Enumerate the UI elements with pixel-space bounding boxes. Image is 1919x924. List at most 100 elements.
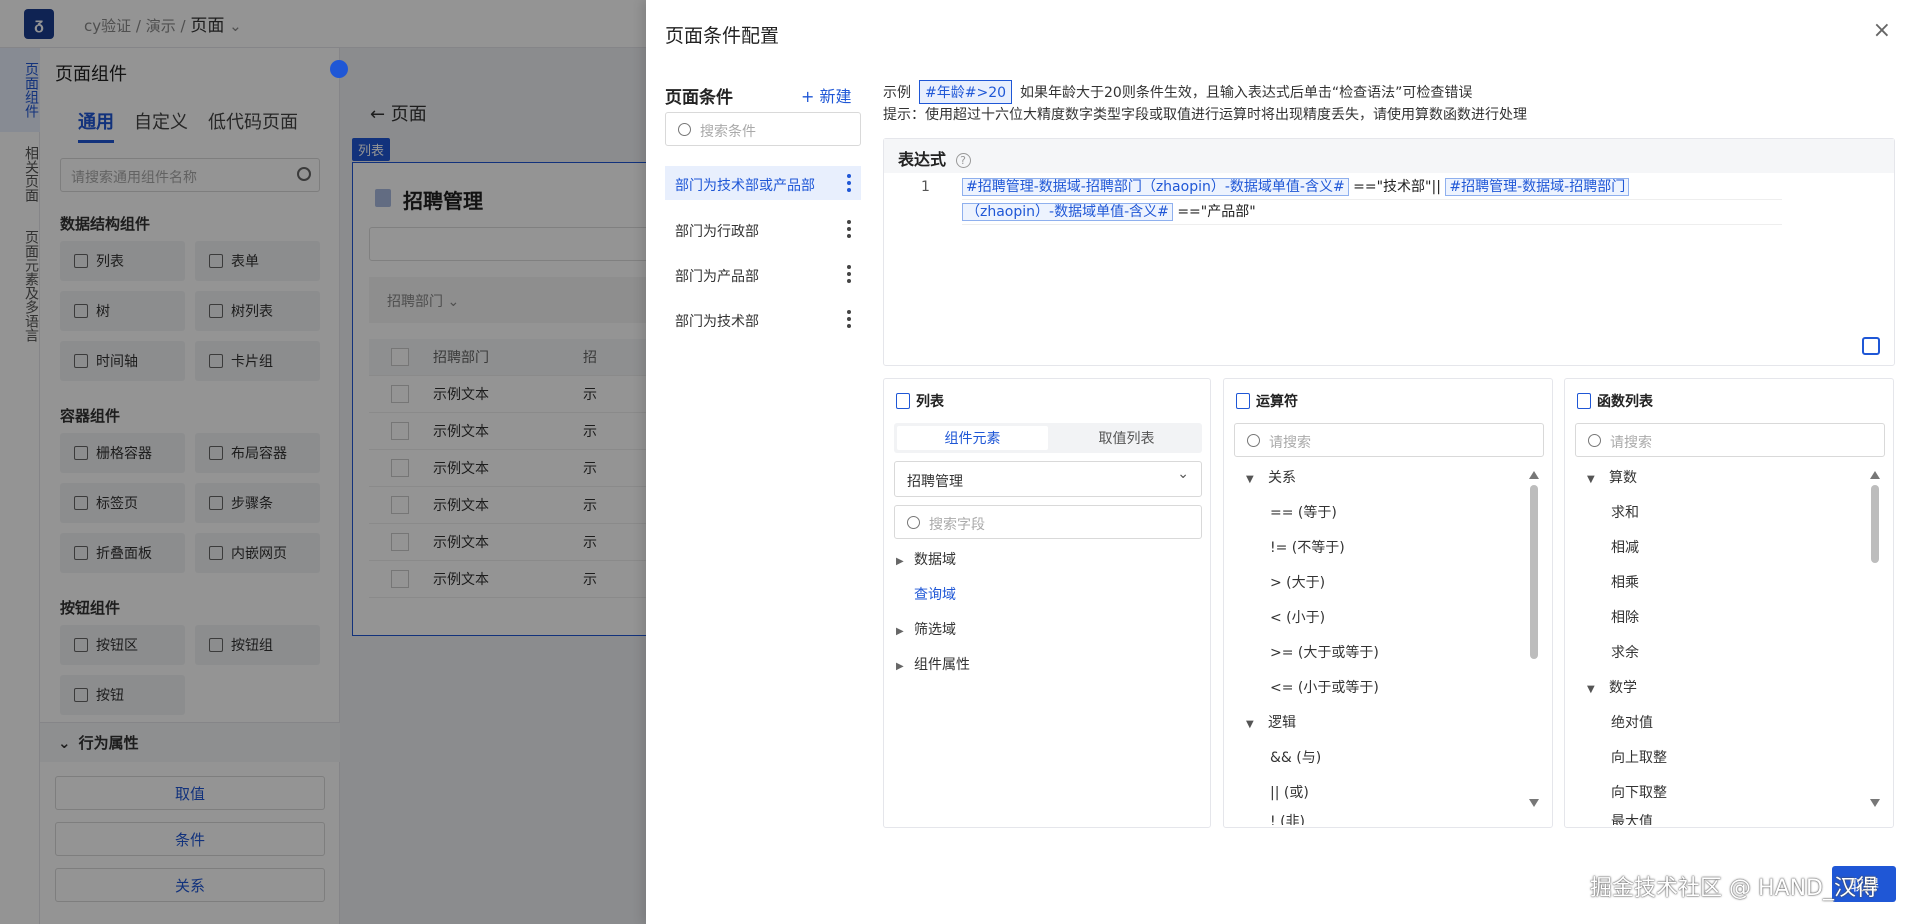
- help-icon[interactable]: ?: [955, 153, 971, 168]
- function-search-input[interactable]: 请搜索: [1575, 423, 1885, 457]
- condition-config-drawer: 页面条件配置 × 页面条件 + 新建 搜索条件 部门为技术部或产品部 部门为行政…: [646, 0, 1919, 924]
- condition-item[interactable]: 部门为技术部: [665, 302, 861, 336]
- search-icon: [1247, 434, 1260, 447]
- field-search-input[interactable]: 搜索字段: [894, 505, 1202, 539]
- operator-group[interactable]: ▼ 逻辑: [1246, 712, 1296, 732]
- seg-value-list[interactable]: 取值列表: [1051, 423, 1202, 453]
- list-panel-title: 列表: [896, 391, 944, 411]
- code-line: （zhaopin）-数据域单值-含义# =="产品部": [962, 200, 1782, 225]
- condition-item[interactable]: 部门为行政部: [665, 212, 861, 246]
- function-item[interactable]: 向下取整: [1611, 782, 1667, 802]
- conditions-title: 页面条件: [665, 88, 733, 108]
- collapse-icon[interactable]: [330, 60, 348, 78]
- component-select[interactable]: 招聘管理: [894, 461, 1202, 497]
- condition-item[interactable]: 部门为产品部: [665, 257, 861, 291]
- example-label: 示例: [883, 85, 911, 101]
- caret-down-icon[interactable]: ▼: [1587, 684, 1609, 695]
- seg-component-elements[interactable]: 组件元素: [897, 426, 1048, 450]
- tree-node[interactable]: 查询域: [896, 584, 956, 604]
- function-panel: 函数列表 请搜索 ▼ 算数 求和 相减 相乘 相除 求余 ▼ 数学 绝对值 向上取整…: [1564, 378, 1894, 828]
- precision-tip: 提示：使用超过十六位大精度数字类型字段或取值进行运算时将出现精度丢失，请使用算数…: [883, 107, 1527, 123]
- caret-down-icon[interactable]: ▼: [1246, 474, 1268, 485]
- operator-item[interactable]: && (与): [1270, 747, 1321, 767]
- function-group[interactable]: ▼ 算数: [1587, 467, 1637, 487]
- tree-node[interactable]: ▶ 数据域: [896, 549, 956, 569]
- modal-mask[interactable]: [0, 0, 646, 924]
- scroll-up-icon[interactable]: [1870, 471, 1880, 479]
- function-item[interactable]: 最大值: [1611, 811, 1653, 825]
- group-label: 数学: [1609, 680, 1637, 696]
- caret-down-icon[interactable]: ▼: [1246, 719, 1268, 730]
- function-item[interactable]: 相除: [1611, 607, 1639, 627]
- drawer-title: 页面条件配置: [665, 25, 780, 47]
- example-hint: 示例 #年龄#>20 如果年龄大于20则条件生效，且输入表达式后单击“检查语法”…: [883, 80, 1472, 104]
- more-icon[interactable]: [847, 310, 851, 331]
- scroll-thumb[interactable]: [1871, 485, 1879, 563]
- operator-search-input[interactable]: 请搜索: [1234, 423, 1544, 457]
- list-panel: 列表 组件元素 取值列表 招聘管理 搜索字段 ▶数据域 查询域 ▶筛选域 ▶组件…: [883, 378, 1211, 828]
- caret-right-icon[interactable]: ▶: [896, 661, 914, 672]
- scroll-down-icon[interactable]: [1870, 799, 1880, 807]
- new-condition-button[interactable]: + 新建: [801, 83, 852, 107]
- condition-search-input[interactable]: 搜索条件: [665, 112, 861, 146]
- group-label: 关系: [1268, 470, 1296, 486]
- operator-item[interactable]: >= (大于或等于): [1270, 642, 1379, 662]
- operator-text: =="产品部": [1177, 204, 1256, 220]
- tree-label: 筛选域: [914, 622, 956, 638]
- search-placeholder: 请搜索: [1269, 435, 1311, 451]
- expression-editor[interactable]: 表达式 ? 1 #招聘管理-数据域-招聘部门（zhaopin）-数据域单值-含义…: [883, 138, 1895, 366]
- watermark: 掘金技术社区 @ HAND_汉得: [1590, 876, 1878, 901]
- function-panel-title: 函数列表: [1577, 391, 1653, 411]
- caret-down-icon[interactable]: ▼: [1587, 474, 1609, 485]
- field-token[interactable]: #招聘管理-数据域-招聘部门（zhaopin）-数据域单值-含义#: [962, 178, 1349, 196]
- line-number: 1: [921, 179, 930, 195]
- operator-item[interactable]: < (小于): [1270, 607, 1325, 627]
- condition-item[interactable]: 部门为技术部或产品部: [665, 166, 861, 200]
- scrollbar[interactable]: [1529, 471, 1539, 807]
- condition-label: 部门为技术部: [675, 314, 759, 330]
- search-icon: [1588, 434, 1601, 447]
- operator-item[interactable]: ! (非): [1270, 811, 1305, 825]
- search-placeholder: 搜索条件: [700, 124, 756, 140]
- caret-right-icon[interactable]: ▶: [896, 626, 914, 637]
- caret-right-icon[interactable]: ▶: [896, 556, 914, 567]
- more-icon[interactable]: [847, 265, 851, 286]
- expression-title: 表达式: [898, 150, 947, 169]
- condition-label: 部门为产品部: [675, 269, 759, 285]
- operator-group[interactable]: ▼ 关系: [1246, 467, 1296, 487]
- expression-code[interactable]: #招聘管理-数据域-招聘部门（zhaopin）-数据域单值-含义# =="技术部…: [962, 175, 1782, 225]
- scrollbar[interactable]: [1870, 471, 1880, 807]
- function-item[interactable]: 相减: [1611, 537, 1639, 557]
- operator-item[interactable]: || (或): [1270, 782, 1309, 802]
- more-icon[interactable]: [847, 174, 851, 195]
- function-group[interactable]: ▼ 数学: [1587, 677, 1637, 697]
- operator-panel: 运算符 请搜索 ▼ 关系 == (等于) != (不等于) > (大于) < (小…: [1223, 378, 1553, 828]
- tree-node[interactable]: ▶ 筛选域: [896, 619, 956, 639]
- function-item[interactable]: 求余: [1611, 642, 1639, 662]
- search-placeholder: 搜索字段: [929, 517, 985, 533]
- close-icon[interactable]: ×: [1873, 18, 1891, 43]
- function-item[interactable]: 相乘: [1611, 572, 1639, 592]
- example-tag: #年龄#>20: [919, 80, 1013, 104]
- function-item[interactable]: 向上取整: [1611, 747, 1667, 767]
- fullscreen-icon[interactable]: [1862, 337, 1880, 355]
- operator-item[interactable]: <= (小于或等于): [1270, 677, 1379, 697]
- operator-item[interactable]: == (等于): [1270, 502, 1337, 522]
- function-item[interactable]: 绝对值: [1611, 712, 1653, 732]
- field-token[interactable]: （zhaopin）-数据域单值-含义#: [962, 203, 1173, 221]
- field-token[interactable]: #招聘管理-数据域-招聘部门: [1445, 178, 1630, 196]
- example-description: 如果年龄大于20则条件生效，且输入表达式后单击“检查语法”可检查错误: [1020, 85, 1473, 101]
- expression-header: 表达式 ?: [884, 139, 1894, 173]
- operator-item[interactable]: != (不等于): [1270, 537, 1345, 557]
- operator-item[interactable]: > (大于): [1270, 572, 1325, 592]
- group-label: 算数: [1609, 470, 1637, 486]
- more-icon[interactable]: [847, 220, 851, 241]
- scroll-up-icon[interactable]: [1529, 471, 1539, 479]
- scroll-thumb[interactable]: [1530, 485, 1538, 659]
- tree-node[interactable]: ▶ 组件属性: [896, 654, 970, 674]
- function-item[interactable]: 求和: [1611, 502, 1639, 522]
- scroll-down-icon[interactable]: [1529, 799, 1539, 807]
- operator-text: =="技术部"||: [1353, 179, 1441, 195]
- code-line: #招聘管理-数据域-招聘部门（zhaopin）-数据域单值-含义# =="技术部…: [962, 175, 1782, 200]
- tree-label: 组件属性: [914, 657, 970, 673]
